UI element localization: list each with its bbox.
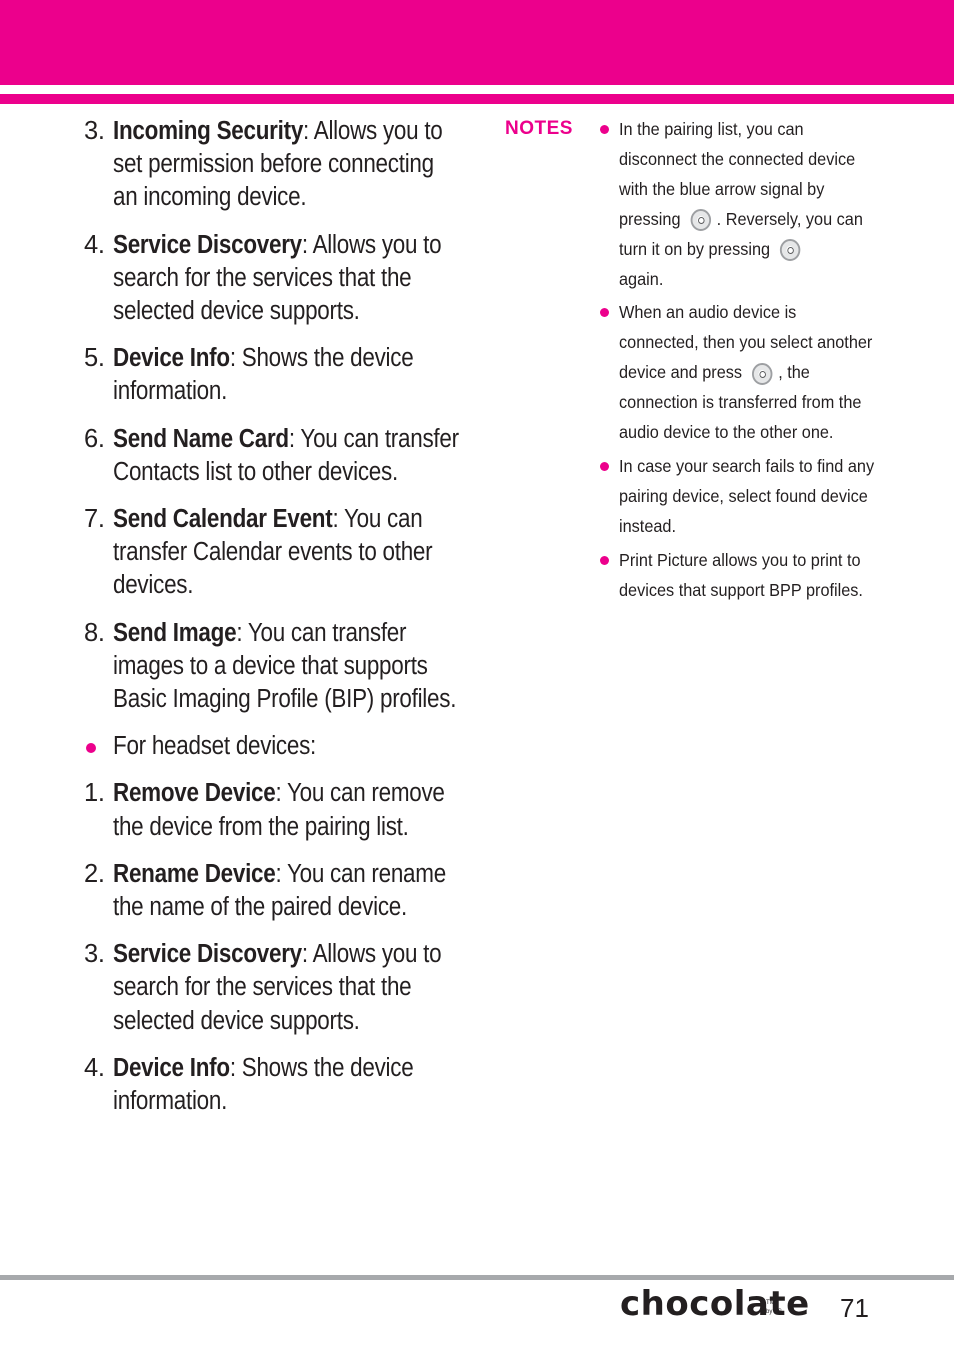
page-number: 71 <box>840 1293 869 1323</box>
header-band <box>0 0 954 85</box>
item-term: Send Image <box>113 618 237 647</box>
item-number: 3. <box>84 940 105 969</box>
list-item-bullet: For headset devices: <box>84 730 464 763</box>
list-item: 7. Send Calendar Event: You can transfer … <box>84 503 464 603</box>
item-term: Send Calendar Event <box>113 505 333 534</box>
ok-key-icon <box>690 209 712 232</box>
footer-rule <box>0 1275 954 1280</box>
list-item: 8. Send Image: You can transfer images to… <box>84 617 464 717</box>
item-term: Device Info <box>113 1053 230 1082</box>
list-item: 4. Device Info: Shows the device informat… <box>84 1052 464 1118</box>
item-term: Incoming Security <box>113 117 304 145</box>
item-term: Device Info <box>113 344 230 373</box>
note-item: When an audio device is connected, then … <box>599 298 874 448</box>
list-item: 3. Incoming Security: Allows you to set p… <box>84 115 464 215</box>
list-item: 6. Send Name Card: You can transfer Conta… <box>84 423 464 489</box>
item-number: 3. <box>84 117 105 145</box>
bullet-icon <box>600 461 609 471</box>
ok-key-icon <box>780 239 801 261</box>
bullet-icon <box>86 743 96 754</box>
item-term: Service Discovery <box>113 940 302 969</box>
item-term: Service Discovery <box>113 230 302 259</box>
item-number: 4. <box>84 1053 105 1082</box>
item-number: 8. <box>84 618 105 647</box>
brand-logo: chocolate <box>620 1284 810 1324</box>
item-number: 2. <box>84 859 105 888</box>
item-term: Send Name Card <box>113 424 289 453</box>
item-number: 4. <box>84 230 105 259</box>
note-text: In case your search fails to find any pa… <box>619 455 875 536</box>
item-description: For headset devices: <box>113 732 317 761</box>
item-number: 5. <box>84 344 105 373</box>
notes-list: In the pairing list, you can disconnect … <box>599 115 874 610</box>
list-item: 2. Rename Device: You can rename the name… <box>84 858 464 924</box>
list-item: 3. Service Discovery: Allows you to searc… <box>84 938 464 1038</box>
item-term: Remove Device <box>113 779 276 808</box>
note-item: In the pairing list, you can disconnect … <box>599 115 874 294</box>
note-item: In case your search fails to find any pa… <box>599 452 874 542</box>
note-item: Print Picture allows you to print to dev… <box>599 546 874 606</box>
item-term: Rename Device <box>113 859 276 888</box>
brand-trademark: TM <box>766 1300 775 1306</box>
item-number: 1. <box>84 779 105 808</box>
feature-list: 3. Incoming Security: Allows you to set p… <box>84 115 464 1132</box>
note-text: again. <box>619 268 664 289</box>
ok-key-icon <box>752 362 773 385</box>
list-item: 5. Device Info: Shows the device informat… <box>84 342 464 408</box>
notes-label: NOTES <box>505 118 573 139</box>
list-item: 1. Remove Device: You can remove the devi… <box>84 777 464 843</box>
item-number: 7. <box>84 505 105 534</box>
item-number: 6. <box>84 424 105 453</box>
note-text: Print Picture allows you to print to dev… <box>619 549 863 600</box>
bullet-icon <box>600 308 609 318</box>
bullet-icon <box>600 125 609 134</box>
note-text: When an audio device is connected, then … <box>619 302 873 383</box>
header-rule <box>0 94 954 104</box>
bullet-icon <box>600 555 609 565</box>
brand-byline: by LG <box>766 1309 783 1315</box>
list-item: 4. Service Discovery: Allows you to searc… <box>84 229 464 329</box>
